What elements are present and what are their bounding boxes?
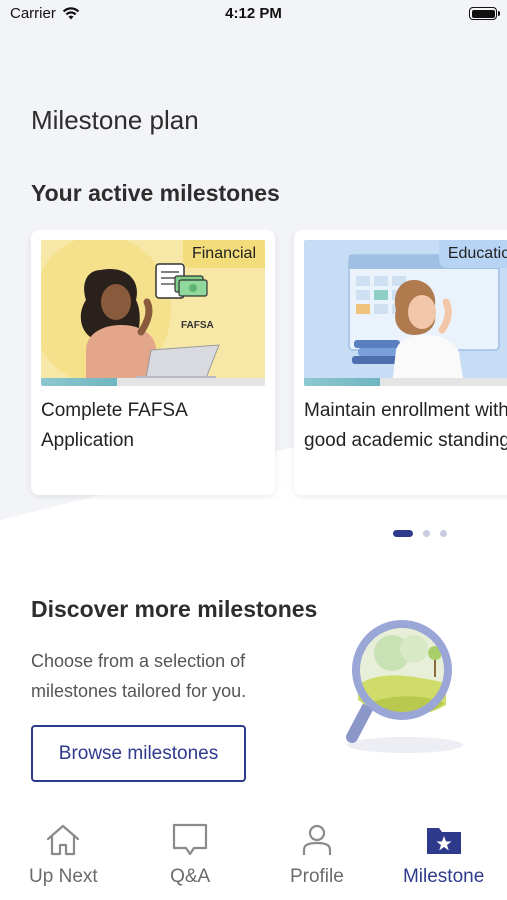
tab-label: Milestone: [402, 866, 485, 887]
tab-label: Profile: [289, 866, 344, 887]
milestone-illustration: Education: [304, 240, 507, 386]
pagination-dot[interactable]: [440, 530, 447, 537]
milestone-title: Complete FAFSA Application: [41, 400, 187, 451]
star-folder-icon: [426, 828, 461, 854]
status-bar: Carrier 4:12 PM: [0, 0, 507, 28]
milestone-category-tag: Education: [438, 240, 507, 268]
milestone-card[interactable]: FAFSA Financial Complete FAFSA Applicati…: [31, 230, 275, 495]
milestone-illustration: FAFSA Financial: [41, 240, 265, 386]
milestone-title: Maintain enrollment with good academic s…: [304, 400, 507, 451]
battery-icon: [469, 7, 500, 20]
milestone-progress-bar: [41, 378, 265, 386]
page-title: Milestone plan: [31, 105, 199, 135]
chat-bubble-icon: [173, 823, 208, 856]
browse-milestones-button[interactable]: Browse milestones: [31, 725, 246, 782]
milestone-carousel[interactable]: FAFSA Financial Complete FAFSA Applicati…: [0, 230, 507, 500]
home-icon: [47, 824, 80, 856]
tab-milestone[interactable]: Milestone: [380, 812, 507, 900]
tab-label: Q&A: [170, 866, 211, 887]
status-time: 4:12 PM: [225, 5, 282, 22]
bottom-tab-bar: Up Next Q&A Profile Milestone: [0, 812, 507, 900]
milestone-card[interactable]: Education Maintain enrollment with good …: [294, 230, 507, 495]
discover-description: Choose from a selection of milestones ta…: [31, 651, 247, 701]
tab-label: Up Next: [29, 866, 98, 887]
tab-profile[interactable]: Profile: [254, 812, 381, 900]
fafsa-art-text: FAFSA: [181, 320, 214, 331]
pagination-dot-active[interactable]: [393, 530, 413, 537]
milestone-progress-bar: [304, 378, 507, 386]
active-milestones-heading: Your active milestones: [31, 180, 280, 206]
magnifier-illustration: [340, 615, 470, 760]
tab-qa[interactable]: Q&A: [127, 812, 254, 900]
discover-heading: Discover more milestones: [31, 596, 318, 622]
tab-up-next[interactable]: Up Next: [0, 812, 127, 900]
person-icon: [302, 824, 331, 855]
pagination-dot[interactable]: [423, 530, 430, 537]
carousel-pagination[interactable]: [393, 530, 447, 537]
milestone-category-tag: Financial: [182, 240, 265, 268]
